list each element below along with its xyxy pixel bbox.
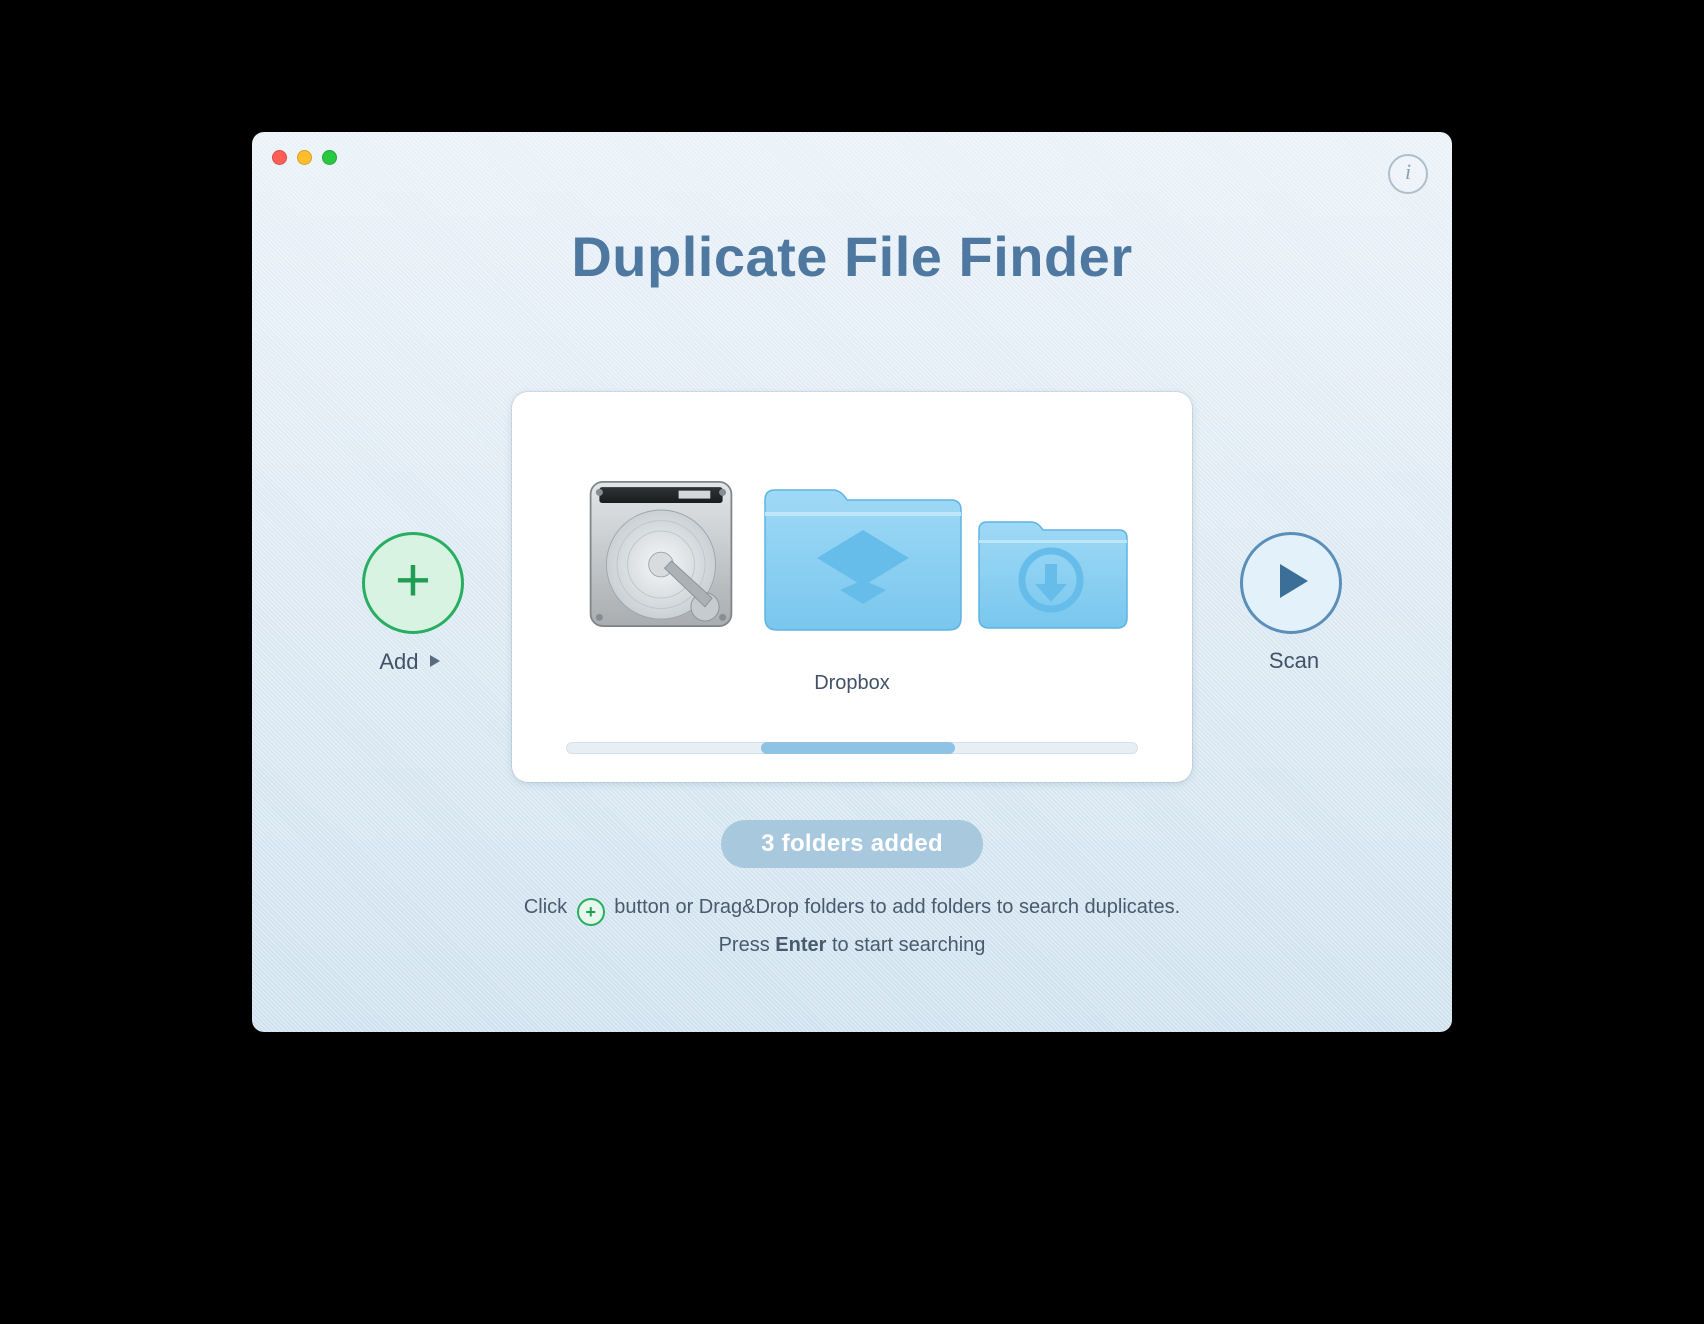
plus-icon: +: [577, 898, 605, 926]
play-icon: [1270, 560, 1312, 607]
horizontal-scrollbar[interactable]: [566, 742, 1138, 754]
selected-item-caption: Dropbox: [512, 672, 1192, 695]
add-button[interactable]: +: [362, 532, 464, 634]
added-items-row: [512, 452, 1192, 642]
scan-button-label: Scan: [1234, 648, 1354, 674]
add-button-label: Add: [350, 648, 470, 675]
info-icon: i: [1405, 159, 1411, 184]
folder-downloads-icon[interactable]: [971, 508, 1131, 636]
scan-button[interactable]: [1240, 532, 1342, 634]
scrollbar-thumb[interactable]: [761, 742, 955, 754]
chevron-right-icon: [429, 648, 441, 674]
info-button[interactable]: i: [1388, 154, 1428, 194]
drop-zone-card[interactable]: Dropbox: [512, 392, 1192, 782]
hint-line-2: Press Enter to start searching: [252, 934, 1452, 957]
minimize-window-button[interactable]: [297, 150, 312, 165]
app-title: Duplicate File Finder: [252, 224, 1452, 289]
app-window: i Duplicate File Finder + Add Scan: [252, 132, 1452, 1032]
zoom-window-button[interactable]: [322, 150, 337, 165]
status-pill: 3 folders added: [721, 820, 983, 868]
window-controls: [272, 150, 337, 165]
hint-line-1: Click + button or Drag&Drop folders to a…: [252, 896, 1452, 926]
folder-dropbox-icon[interactable]: [755, 472, 965, 642]
close-window-button[interactable]: [272, 150, 287, 165]
disk-icon[interactable]: [573, 466, 749, 642]
